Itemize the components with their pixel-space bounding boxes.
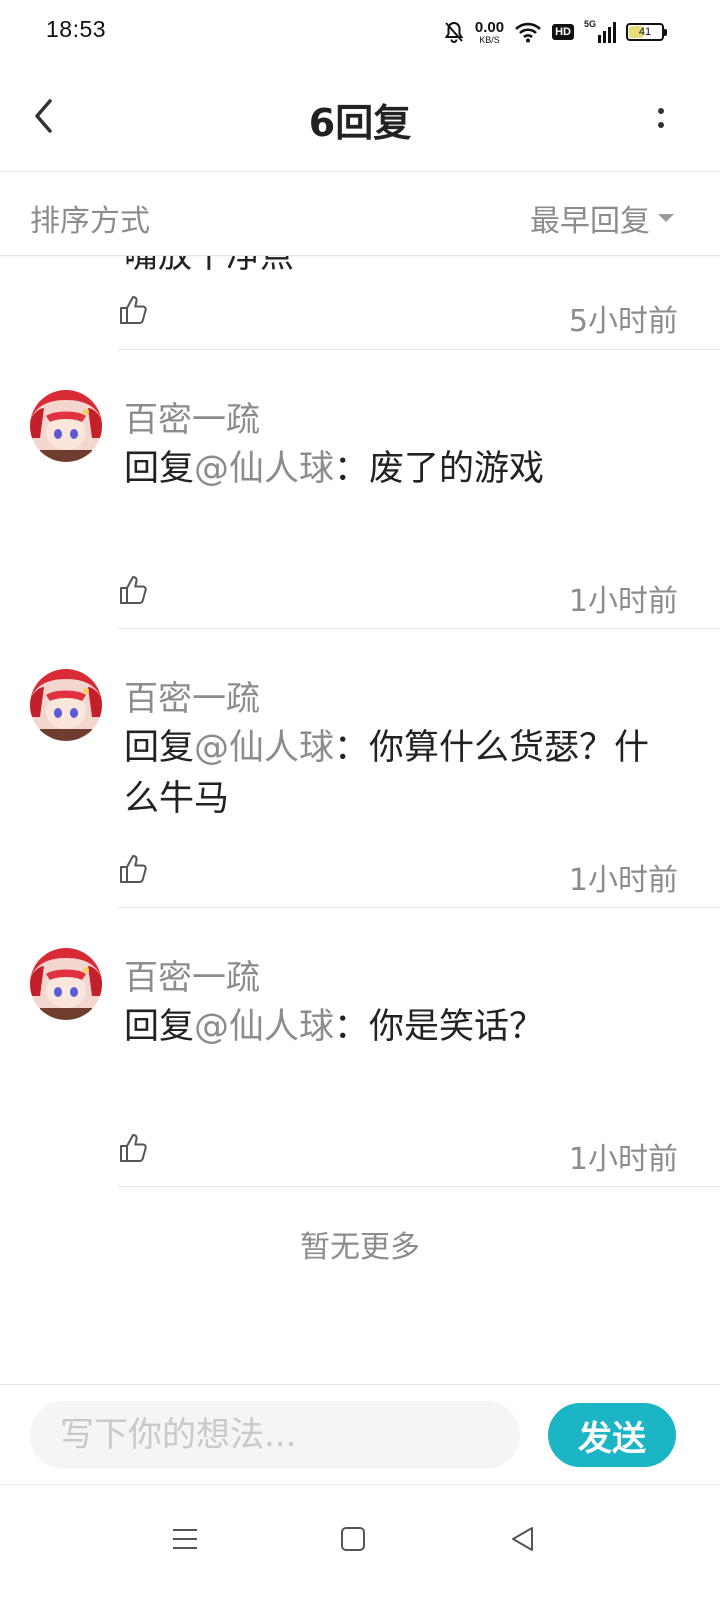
- no-more-label: 暂无更多: [300, 1230, 420, 1265]
- system-nav-bar: [0, 1484, 720, 1600]
- battery-level: 41: [638, 26, 652, 38]
- signal-label: 5G: [584, 19, 597, 29]
- page-title: 6回复: [308, 101, 412, 145]
- avatar-image: [30, 669, 102, 741]
- header: 6回复: [0, 64, 720, 172]
- comment-time: 1小时前: [568, 1142, 678, 1177]
- divider: [118, 349, 720, 350]
- more-options-button[interactable]: [646, 96, 676, 140]
- thumbs-up-icon: [120, 576, 147, 604]
- comment-actions: 1小时前: [118, 853, 678, 898]
- comment-content: 回复@仙人球：废了的游戏: [124, 444, 684, 495]
- comment-actions: 1小时前: [118, 1132, 678, 1177]
- thumbs-up-icon: [120, 1134, 147, 1162]
- net-speed-value: 0.00: [474, 18, 505, 36]
- username[interactable]: 百密一疏: [124, 392, 260, 441]
- sort-value: 最早回复: [530, 204, 650, 239]
- like-button[interactable]: [118, 574, 152, 610]
- status-bar: 18:53 0.00 KB/S HD 5G 41: [0, 0, 720, 64]
- sort-dropdown[interactable]: 最早回复: [530, 196, 674, 240]
- comment-text: ：废了的游戏: [334, 449, 545, 489]
- caret-down-icon: [658, 214, 674, 222]
- avatar-image: [30, 390, 102, 462]
- username[interactable]: 百密一疏: [124, 671, 260, 720]
- mention-link[interactable]: @仙人球: [194, 449, 334, 489]
- comment-actions: 1小时前: [118, 574, 678, 619]
- battery-icon: 41: [626, 23, 667, 41]
- divider: [118, 1186, 720, 1187]
- comment-input-bar: 发送: [0, 1384, 720, 1484]
- square-home-icon: [341, 1527, 365, 1551]
- reply-prefix: 回复: [124, 449, 195, 489]
- hd-badge: HD: [552, 24, 574, 40]
- net-speed-unit: KB/S: [479, 34, 500, 45]
- signal-icon: 5G: [584, 19, 616, 43]
- thumbs-up-icon: [120, 855, 147, 883]
- like-button[interactable]: [118, 1132, 152, 1168]
- comment-text: ：你是笑话？: [334, 1007, 545, 1047]
- more-dot-icon: [658, 108, 664, 114]
- divider: [118, 628, 720, 629]
- comment-input[interactable]: [30, 1401, 520, 1469]
- reply-prefix: 回复: [124, 728, 195, 768]
- status-time: 18:53: [46, 16, 107, 42]
- mute-bell-icon: [444, 21, 464, 43]
- sort-label: 排序方式: [30, 204, 150, 239]
- mention-link[interactable]: @仙人球: [194, 1007, 334, 1047]
- comment-actions: 5小时前: [118, 294, 678, 339]
- mention-link[interactable]: @仙人球: [194, 728, 334, 768]
- comment-time: 1小时前: [568, 863, 678, 898]
- like-button[interactable]: [118, 853, 152, 889]
- avatar[interactable]: [30, 669, 102, 741]
- partial-comment-text: 嘴放干净点: [124, 256, 294, 276]
- send-button[interactable]: 发送: [548, 1403, 676, 1467]
- avatar-image: [30, 948, 102, 1020]
- nav-home-button[interactable]: [323, 1511, 383, 1567]
- comment-content: 回复@仙人球：你是笑话？: [124, 1002, 684, 1053]
- avatar[interactable]: [30, 948, 102, 1020]
- thumbs-up-icon: [120, 296, 147, 324]
- reply-prefix: 回复: [124, 1007, 195, 1047]
- divider: [118, 907, 720, 908]
- reply-list[interactable]: 嘴放干净点 5小时前 百密一疏 回复@仙人球：废了的游戏 1小时前 百密一疏 回…: [0, 256, 720, 1384]
- username[interactable]: 百密一疏: [124, 950, 260, 999]
- menu-icon: [173, 1529, 197, 1549]
- comment-content: 回复@仙人球：你算什么货瑟？什么牛马: [124, 723, 684, 825]
- avatar[interactable]: [30, 390, 102, 462]
- like-button[interactable]: [118, 294, 152, 330]
- comment-time: 1小时前: [568, 584, 678, 619]
- net-speed: 0.00 KB/S: [475, 20, 504, 45]
- nav-back-button[interactable]: [492, 1511, 552, 1567]
- comment-time: 5小时前: [568, 304, 678, 339]
- more-dot-icon: [658, 122, 664, 128]
- nav-menu-button[interactable]: [155, 1511, 215, 1567]
- triangle-back-icon: [512, 1527, 533, 1551]
- status-icons: 0.00 KB/S HD 5G 41: [443, 18, 667, 46]
- sort-bar: 排序方式 最早回复: [0, 172, 720, 256]
- wifi-icon: [515, 22, 542, 43]
